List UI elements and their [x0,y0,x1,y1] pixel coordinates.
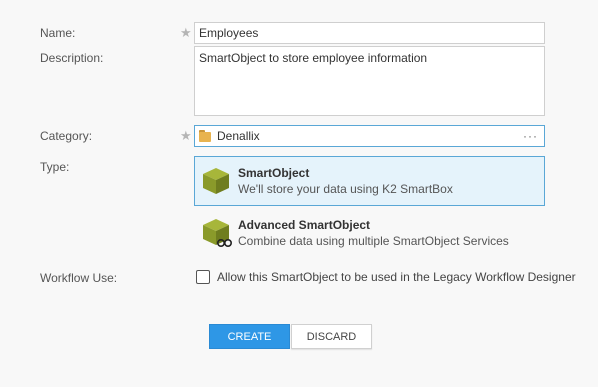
category-browse-button[interactable]: ··· [523,129,538,143]
name-field[interactable]: Employees [194,22,545,44]
name-required-icon: ★ [180,25,192,40]
advanced-smartobject-cube-icon [200,217,232,249]
workflow-use-checkbox-label[interactable]: Allow this SmartObject to be used in the… [217,270,576,284]
name-label: Name: [40,26,76,40]
type-option-advanced-smartobject[interactable]: Advanced SmartObject Combine data using … [194,208,545,258]
category-field[interactable]: Denallix ··· [194,125,545,147]
create-button[interactable]: CREATE [209,324,290,349]
folder-icon [199,129,211,142]
smartobject-create-form: Name: ★ Employees Description: SmartObje… [0,0,598,387]
type-desc-smartobject: We'll store your data using K2 SmartBox [238,182,453,196]
type-desc-advanced-smartobject: Combine data using multiple SmartObject … [238,234,509,248]
category-required-icon: ★ [180,128,192,143]
description-field[interactable]: SmartObject to store employee informatio… [194,46,545,116]
type-title-smartobject: SmartObject [238,166,310,180]
discard-button[interactable]: DISCARD [291,324,372,349]
type-title-advanced-smartobject: Advanced SmartObject [238,218,371,232]
type-option-smartobject[interactable]: SmartObject We'll store your data using … [194,156,545,206]
workflow-use-row: Allow this SmartObject to be used in the… [196,270,576,284]
workflow-use-checkbox[interactable] [196,270,210,284]
type-label: Type: [40,160,70,174]
workflow-use-label: Workflow Use: [40,271,118,285]
description-label: Description: [40,51,104,65]
category-value: Denallix [217,129,260,143]
smartobject-cube-icon [200,165,232,197]
category-label: Category: [40,129,93,143]
